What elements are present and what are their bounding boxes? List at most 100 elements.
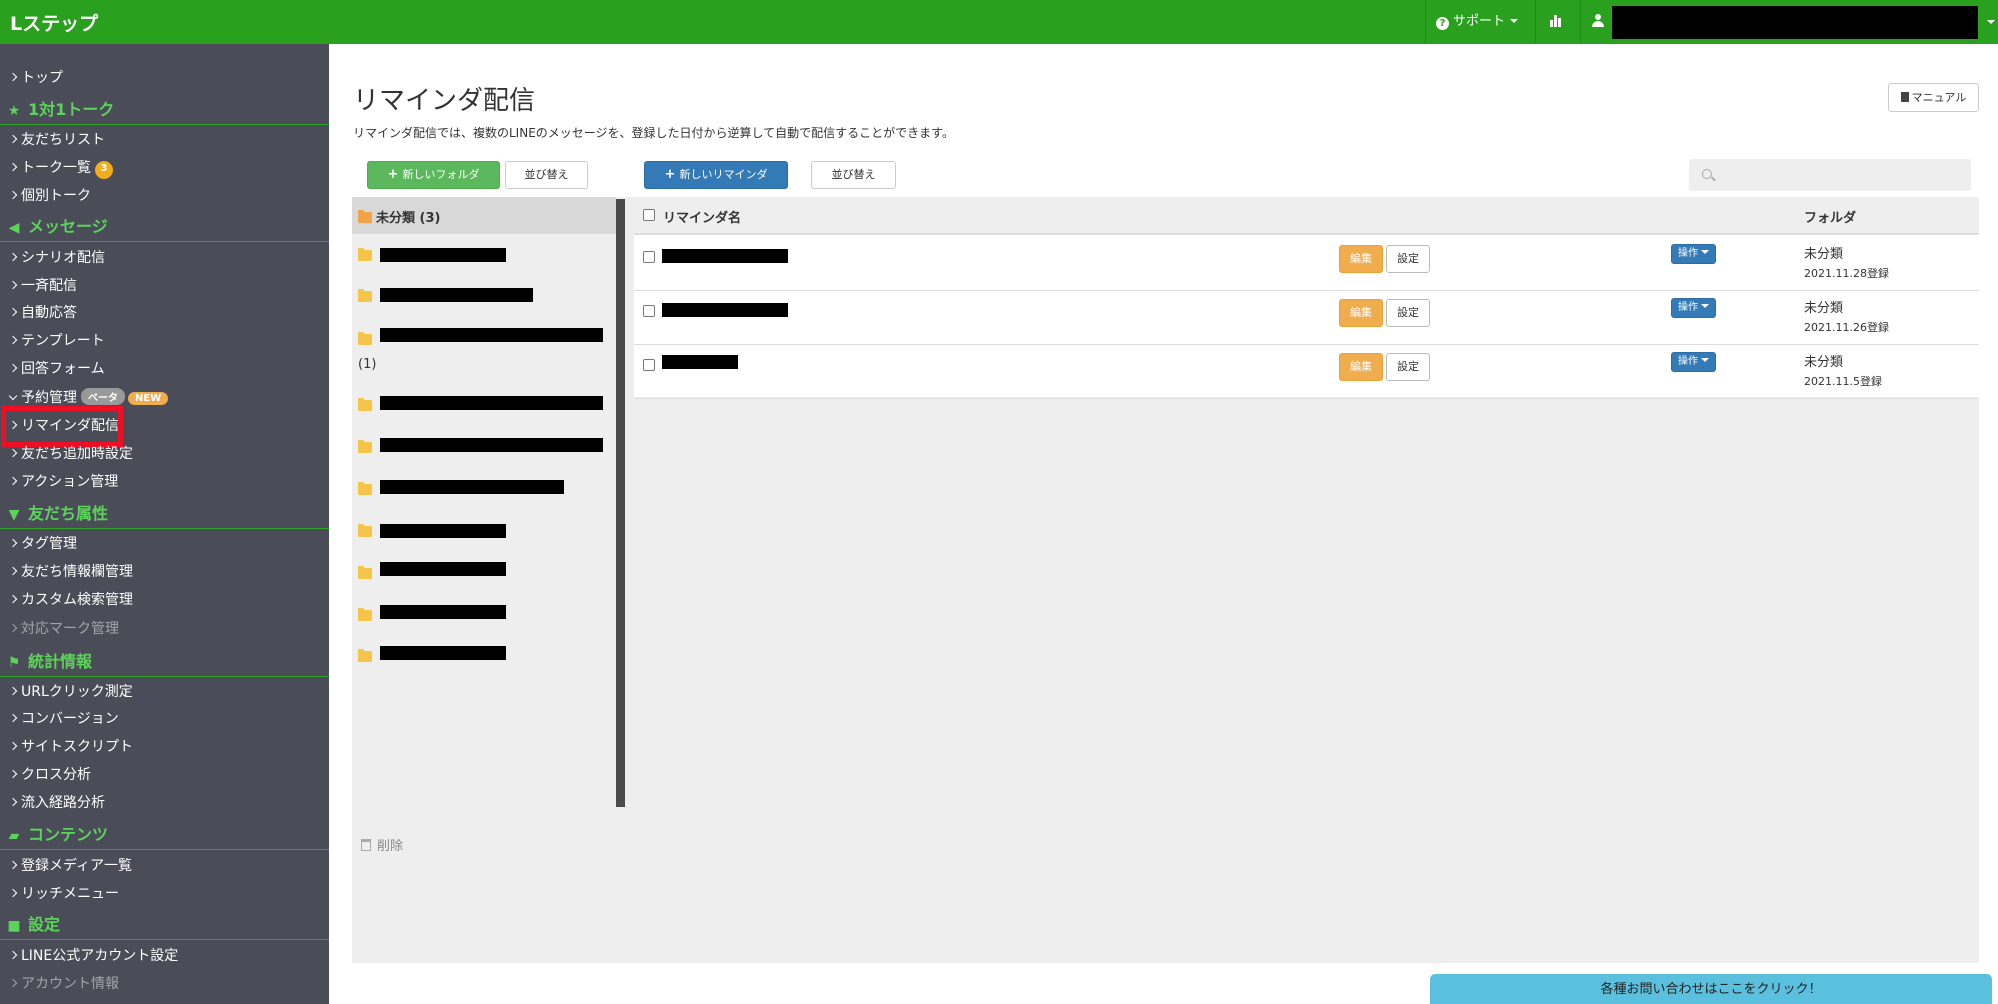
sidebar-item-reservation[interactable]: 予約管理 ベータ NEW [8, 387, 169, 407]
user-icon [1592, 14, 1604, 27]
row-checkbox[interactable] [643, 251, 655, 263]
reminder-table: リマインダ名 フォルダ 編集 設定 操作 未分類 2021.11.28登録 編集… [634, 197, 1979, 399]
delete-button[interactable]: 削除 [361, 835, 403, 854]
sidebar-item-template[interactable]: テンプレート [8, 330, 105, 350]
sidebar-item-action[interactable]: アクション管理 [8, 471, 118, 491]
new-folder-button[interactable]: + 新しいフォルダ [367, 161, 500, 189]
edit-button[interactable]: 編集 [1339, 353, 1383, 381]
edit-button[interactable]: 編集 [1339, 299, 1383, 327]
operation-dropdown[interactable]: 操作 [1671, 298, 1716, 318]
redacted-reminder-name[interactable] [662, 355, 738, 369]
folder-item[interactable] [358, 649, 376, 665]
sidebar-item-line-account[interactable]: LINE公式アカウント設定 [8, 945, 178, 965]
sort-folder-button[interactable]: 並び替え [505, 161, 588, 189]
sidebar-item-top[interactable]: トップ [8, 67, 63, 87]
sidebar-section-stats: ⚑ 統計情報 [0, 648, 329, 677]
folder-item[interactable] [358, 566, 376, 582]
app-logo[interactable]: Lステップ [10, 9, 98, 36]
folder-item[interactable] [358, 332, 376, 348]
help-icon: ? [1436, 17, 1449, 30]
sidebar-item-individual-talk[interactable]: 個別トーク [8, 185, 91, 205]
redacted-folder-name [380, 524, 506, 538]
manual-button[interactable]: マニュアル [1888, 83, 1979, 112]
folder-icon [358, 649, 372, 662]
redacted-folder-name [380, 288, 533, 302]
search-icon [1702, 169, 1712, 179]
sidebar-item-friend-add[interactable]: 友だち追加時設定 [8, 443, 133, 463]
sidebar-item-media[interactable]: 登録メディア一覧 [8, 855, 132, 875]
folder-open-icon [358, 210, 372, 223]
sidebar-item-account-info[interactable]: アカウント情報 [8, 973, 119, 993]
redacted-folder-name [380, 396, 603, 410]
star-icon: ★ [7, 103, 21, 119]
sidebar-item-site-script[interactable]: サイトスクリプト [8, 736, 133, 756]
sidebar-item-rich-menu[interactable]: リッチメニュー [8, 883, 119, 903]
user-name-redacted[interactable] [1612, 6, 1978, 39]
stats-button[interactable] [1550, 0, 1566, 44]
document-icon [1900, 92, 1909, 102]
folder-open-icon: ▰ [8, 828, 20, 844]
sidebar-item-broadcast[interactable]: 一斉配信 [8, 275, 77, 295]
settings-button[interactable]: 設定 [1386, 353, 1430, 381]
row-checkbox[interactable] [643, 305, 655, 317]
new-reminder-button[interactable]: + 新しいリマインダ [644, 161, 788, 189]
row-folder: 未分類 [1804, 301, 1844, 316]
support-menu[interactable]: ? サポート [1436, 0, 1519, 44]
sort-reminder-button[interactable]: 並び替え [811, 161, 896, 189]
chevron-down-icon [1510, 19, 1519, 23]
settings-button[interactable]: 設定 [1386, 245, 1430, 273]
folder-item[interactable] [358, 289, 376, 305]
redacted-folder-name [380, 480, 564, 494]
table-row: 編集 設定 操作 未分類 2021.11.26登録 [634, 291, 1979, 345]
settings-button[interactable]: 設定 [1386, 299, 1430, 327]
sidebar-item-mark[interactable]: 対応マーク管理 [8, 618, 119, 638]
sidebar-item-scenario[interactable]: シナリオ配信 [8, 247, 105, 267]
select-all-checkbox[interactable] [643, 209, 655, 221]
folder-item[interactable] [358, 524, 376, 540]
sidebar-item-auto-reply[interactable]: 自動応答 [8, 302, 77, 322]
sidebar-item-friend-info[interactable]: 友だち情報欄管理 [8, 561, 133, 581]
flag-icon: ⚑ [7, 655, 21, 671]
page-description: リマインダ配信では、複数のLINEのメッセージを、登録した日付から逆算して自動で… [353, 126, 954, 140]
sidebar-item-talk-list[interactable]: トーク一覧 3 [8, 157, 113, 179]
sidebar-item-cross[interactable]: クロス分析 [8, 764, 91, 784]
table-row: 編集 設定 操作 未分類 2021.11.5登録 [634, 345, 1979, 399]
pane-divider[interactable] [616, 199, 625, 807]
sidebar-section-contents: ▰ コンテンツ [0, 821, 329, 850]
folder-item[interactable] [358, 482, 376, 498]
sidebar-item-friend-list[interactable]: 友だちリスト [8, 129, 105, 149]
folder-count: (1) [358, 357, 377, 372]
search-input[interactable] [1689, 159, 1971, 191]
sidebar-item-tag[interactable]: タグ管理 [8, 533, 77, 553]
sidebar-item-custom-search[interactable]: カスタム検索管理 [8, 589, 133, 609]
operation-dropdown[interactable]: 操作 [1671, 244, 1716, 264]
sidebar-item-url-click[interactable]: URLクリック測定 [8, 681, 133, 701]
beta-badge: ベータ [81, 388, 125, 405]
row-folder: 未分類 [1804, 247, 1844, 262]
edit-button[interactable]: 編集 [1339, 245, 1383, 273]
sidebar-item-inflow[interactable]: 流入経路分析 [8, 792, 105, 812]
filter-icon: ▼ [8, 507, 20, 523]
column-header-folder: フォルダ [1804, 211, 1857, 226]
folder-item[interactable] [358, 608, 376, 624]
folder-icon [358, 524, 372, 537]
navbar-divider [1425, 0, 1426, 44]
highlight-box [1, 406, 123, 447]
folder-item-uncategorized[interactable]: 未分類 (3) [358, 207, 440, 226]
sidebar-item-conversion[interactable]: コンバージョン [8, 708, 119, 728]
megaphone-icon: ◀ [8, 220, 20, 236]
folder-item[interactable] [358, 398, 376, 414]
folder-item[interactable] [358, 440, 376, 456]
redacted-folder-name [380, 646, 506, 660]
contact-bar[interactable]: 各種お問い合わせはここをクリック！ [1430, 974, 1992, 1004]
redacted-reminder-name[interactable] [662, 303, 788, 317]
chevron-down-icon [1987, 20, 1995, 24]
folder-item[interactable] [358, 248, 376, 264]
row-checkbox[interactable] [643, 359, 655, 371]
operation-dropdown[interactable]: 操作 [1671, 352, 1716, 372]
redacted-folder-name [380, 605, 506, 619]
redacted-folder-name [380, 328, 603, 342]
redacted-reminder-name[interactable] [662, 249, 788, 263]
sidebar-item-answer-form[interactable]: 回答フォーム [8, 358, 105, 378]
folder-icon [358, 332, 372, 345]
